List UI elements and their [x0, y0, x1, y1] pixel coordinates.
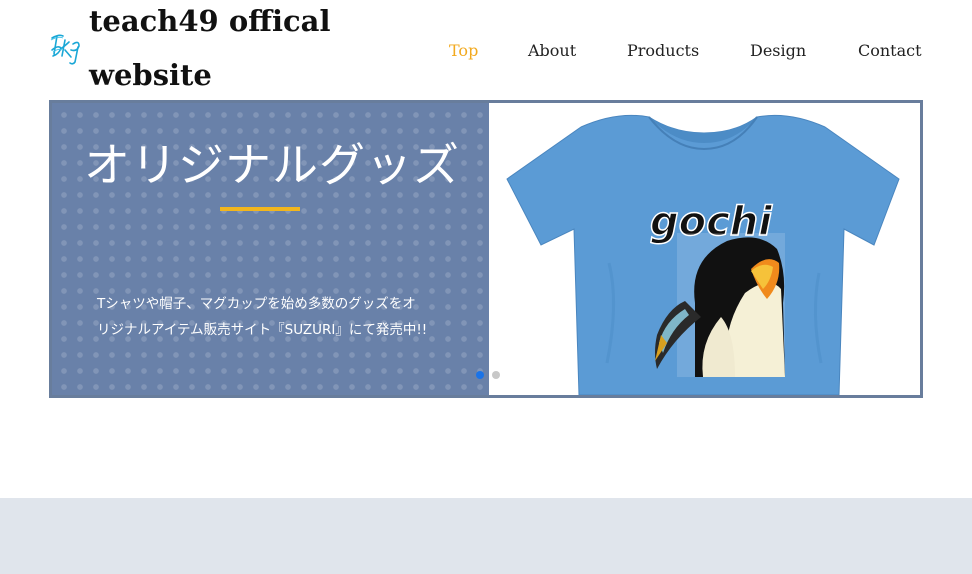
- slide-description-line2: リジナルアイテム販売サイト『SUZURI』にて発売中!!: [97, 322, 428, 338]
- nav-item-products[interactable]: Products: [627, 39, 699, 63]
- hero-slider[interactable]: オリジナルグッズ Tシャツや帽子、マグカップを始め多数のグッズをオ リジナルアイ…: [49, 100, 923, 398]
- footer-band: [0, 498, 972, 574]
- slide-heading: オリジナルグッズ: [84, 138, 460, 192]
- main-nav: Top About Products Design Contact: [0, 39, 972, 63]
- slider-dot-2[interactable]: [492, 371, 500, 379]
- nav-item-about[interactable]: About: [528, 39, 576, 63]
- slider-dot-1[interactable]: [476, 371, 484, 379]
- slide-description-line1: Tシャツや帽子、マグカップを始め多数のグッズをオ: [97, 296, 416, 312]
- slide-product-image: gochi: [489, 103, 920, 395]
- nav-item-contact[interactable]: Contact: [858, 39, 922, 63]
- nav-item-top[interactable]: Top: [449, 39, 478, 63]
- tshirt-image: gochi: [506, 114, 900, 395]
- slide-text-panel: オリジナルグッズ Tシャツや帽子、マグカップを始め多数のグッズをオ リジナルアイ…: [52, 103, 489, 395]
- heading-underline: [220, 207, 300, 211]
- nav-item-design[interactable]: Design: [750, 39, 806, 63]
- slide-description: Tシャツや帽子、マグカップを始め多数のグッズをオ リジナルアイテム販売サイト『S…: [97, 291, 467, 343]
- site-header: teach49 offical website Top About Produc…: [0, 0, 972, 100]
